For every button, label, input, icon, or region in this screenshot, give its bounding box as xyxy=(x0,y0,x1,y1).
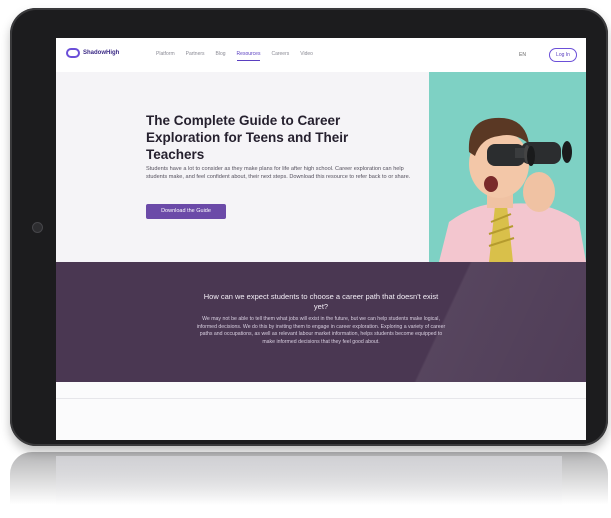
logo-mark-icon xyxy=(66,48,80,58)
nav-item-partners[interactable]: Partners xyxy=(186,51,205,61)
hero-section: The Complete Guide to Career Exploration… xyxy=(56,72,586,262)
band-description: We may not be able to tell them what job… xyxy=(196,316,446,345)
nav-item-careers[interactable]: Careers xyxy=(271,51,289,61)
nav-menu: Platform Partners Blog Resources Careers… xyxy=(156,51,313,61)
camera-icon xyxy=(32,222,43,233)
question-band: How can we expect students to choose a c… xyxy=(56,262,586,382)
download-guide-button[interactable]: Download the Guide xyxy=(146,204,226,219)
nav-item-platform[interactable]: Platform xyxy=(156,51,175,61)
device-reflection xyxy=(10,452,608,514)
tablet-device: ShadowHigh Platform Partners Blog Resour… xyxy=(10,8,608,446)
tablet-screen: ShadowHigh Platform Partners Blog Resour… xyxy=(56,38,586,440)
nav-item-resources[interactable]: Resources xyxy=(236,51,261,61)
hero-photo xyxy=(429,72,586,262)
login-button[interactable]: Log In xyxy=(549,48,577,62)
binoculars-person-image xyxy=(439,117,586,262)
footer-divider xyxy=(56,398,586,399)
language-selector[interactable]: EN xyxy=(519,52,526,58)
top-navigation: ShadowHigh Platform Partners Blog Resour… xyxy=(56,38,586,73)
hero-title: The Complete Guide to Career Exploration… xyxy=(146,113,349,162)
footer-strip xyxy=(56,382,586,440)
band-title: How can we expect students to choose a c… xyxy=(203,292,439,311)
nav-item-blog[interactable]: Blog xyxy=(216,51,226,61)
logo[interactable]: ShadowHigh xyxy=(66,48,119,58)
logo-text: ShadowHigh xyxy=(83,50,120,56)
screen-reflection xyxy=(56,456,562,506)
nav-item-video[interactable]: Video xyxy=(300,51,313,61)
hero-description: Students have a lot to consider as they … xyxy=(146,166,411,180)
